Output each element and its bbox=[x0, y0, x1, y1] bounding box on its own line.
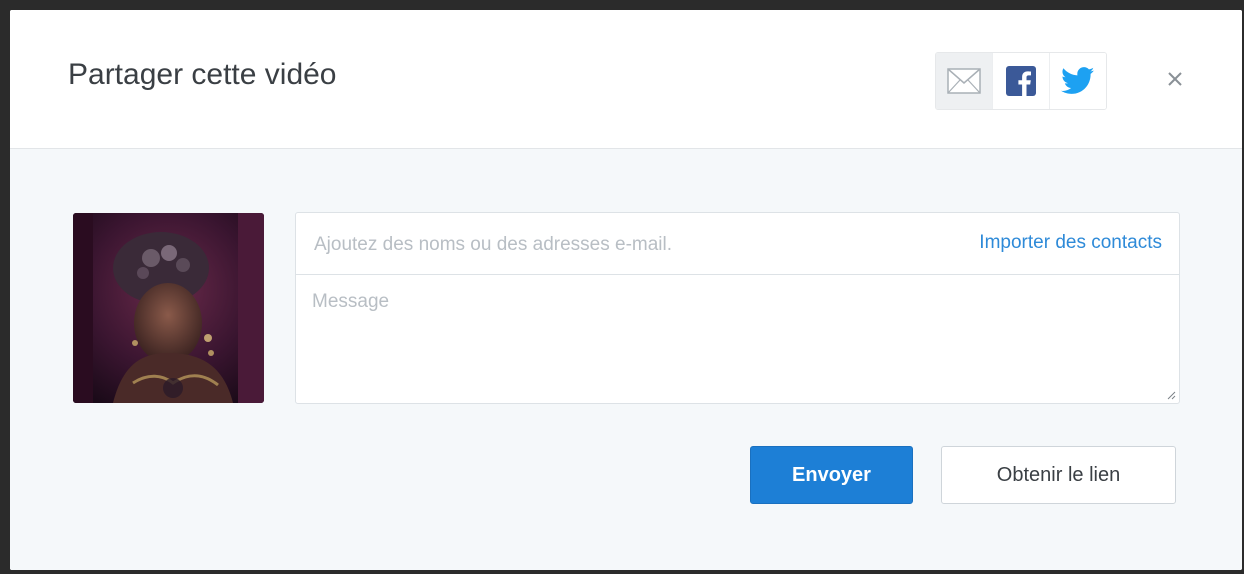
get-link-button[interactable]: Obtenir le lien bbox=[941, 446, 1176, 504]
share-email-button[interactable] bbox=[936, 53, 993, 109]
import-contacts-link[interactable]: Importer des contacts bbox=[979, 232, 1162, 254]
dialog-body: Importer des contacts Envoyer Obtenir le… bbox=[10, 149, 1242, 570]
video-thumbnail bbox=[73, 213, 264, 403]
send-button[interactable]: Envoyer bbox=[750, 446, 913, 504]
share-buttons bbox=[935, 52, 1107, 110]
close-icon bbox=[1168, 72, 1182, 86]
envelope-icon bbox=[947, 68, 981, 94]
message-textarea[interactable] bbox=[296, 275, 1179, 402]
facebook-icon bbox=[1006, 66, 1036, 96]
resize-grip-icon[interactable] bbox=[1166, 390, 1176, 400]
recipients-row: Importer des contacts bbox=[296, 213, 1179, 275]
dialog-title: Partager cette vidéo bbox=[68, 58, 337, 91]
share-twitter-button[interactable] bbox=[1050, 53, 1106, 109]
share-video-dialog: Partager cette vidéo Ajoutez des noms ou… bbox=[10, 10, 1242, 570]
share-form: Importer des contacts bbox=[295, 212, 1180, 404]
close-button[interactable] bbox=[1158, 62, 1192, 96]
share-facebook-button[interactable] bbox=[993, 53, 1050, 109]
recipients-input[interactable] bbox=[312, 231, 876, 259]
twitter-icon bbox=[1061, 67, 1095, 94]
thumbnail-image bbox=[73, 213, 264, 403]
dialog-header: Partager cette vidéo bbox=[10, 10, 1242, 149]
